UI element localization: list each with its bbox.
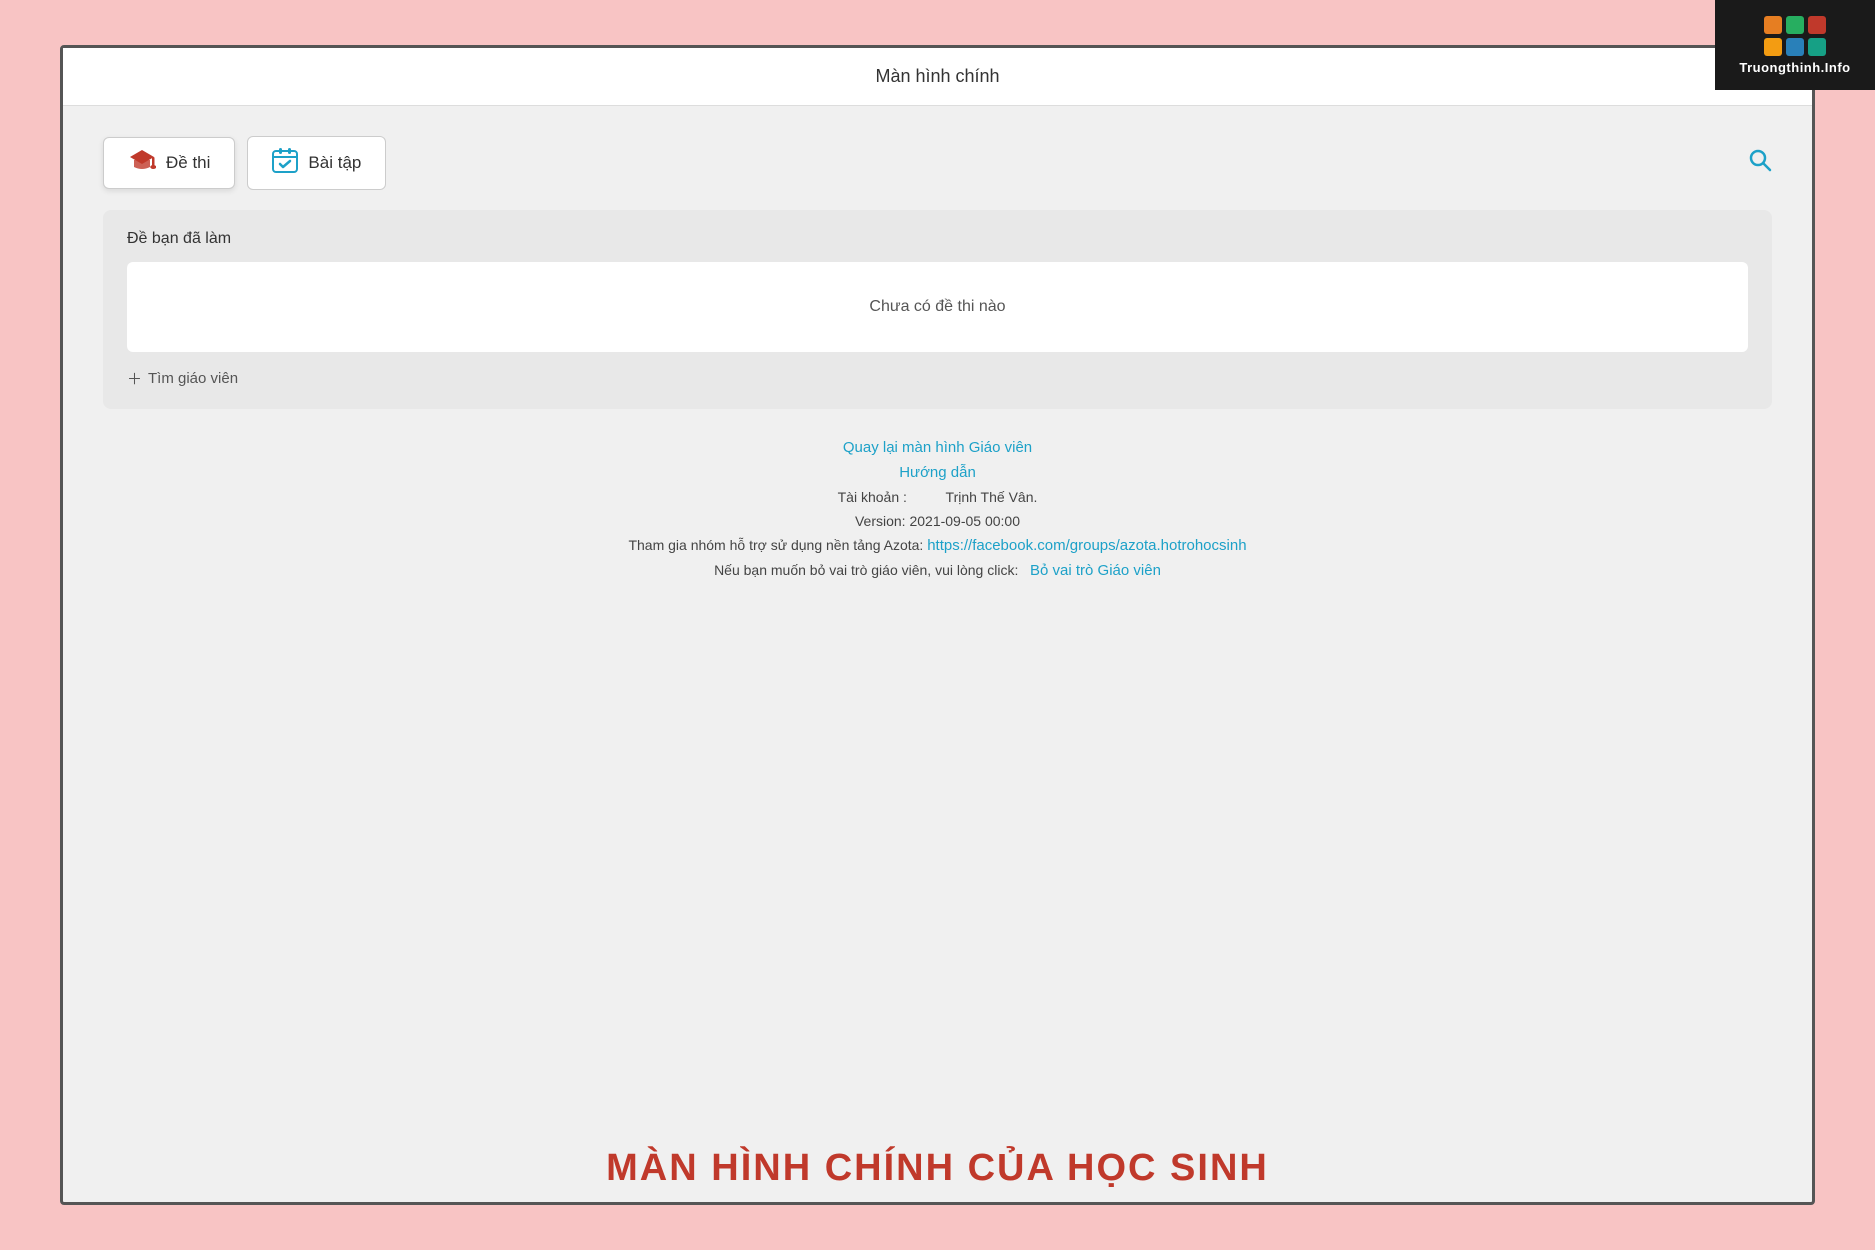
tab-dethi[interactable]: Đề thi — [103, 137, 235, 189]
group-text: Tham gia nhóm hỗ trợ sử dụng nền tảng Az… — [628, 537, 923, 553]
link-back-teacher[interactable]: Quay lại màn hình Giáo viên — [843, 439, 1032, 456]
account-label: Tài khoản : — [838, 489, 907, 505]
content-card: Đề bạn đã làm Chưa có đề thi nào ＋ Tìm g… — [103, 210, 1772, 409]
logo-dot — [1764, 38, 1782, 56]
account-info: Tài khoản : Trịnh Thế Vân. — [838, 489, 1038, 505]
plus-icon: ＋ — [127, 368, 142, 389]
window-title: Màn hình chính — [875, 66, 999, 86]
find-teacher-label: Tìm giáo viên — [148, 370, 238, 387]
tab-dethi-label: Đề thi — [166, 153, 210, 173]
empty-message: Chưa có đề thi nào — [869, 298, 1005, 315]
window-title-bar: Màn hình chính — [63, 48, 1812, 106]
remove-role-text: Nếu bạn muốn bỏ vai trò giáo viên, vui l… — [714, 562, 1018, 578]
baitap-icon — [272, 147, 298, 179]
logo-dots — [1764, 16, 1826, 56]
empty-exams-box: Chưa có đề thi nào — [127, 262, 1748, 352]
logo-dot — [1808, 16, 1826, 34]
account-value: Trịnh Thế Vân. — [946, 489, 1038, 505]
remove-role-info: Nếu bạn muốn bỏ vai trò giáo viên, vui l… — [714, 562, 1161, 579]
logo-dot — [1764, 16, 1782, 34]
group-info: Tham gia nhóm hỗ trợ sử dụng nền tảng Az… — [628, 537, 1246, 554]
find-teacher-button[interactable]: ＋ Tìm giáo viên — [127, 368, 238, 389]
tab-baitap-label: Bài tập — [308, 153, 361, 173]
footer-info: Quay lại màn hình Giáo viên Hướng dẫn Tà… — [103, 439, 1772, 579]
tab-bar: Đề thi Bài tập — [103, 136, 1772, 190]
search-button[interactable] — [1748, 148, 1772, 178]
logo-dot — [1786, 16, 1804, 34]
link-guide[interactable]: Hướng dẫn — [899, 464, 976, 481]
logo-text: Truongthinh.Info — [1739, 60, 1850, 75]
logo-corner: Truongthinh.Info — [1715, 0, 1875, 90]
bottom-caption: MÀN HÌNH CHÍNH CỦA HỌC SINH — [0, 1147, 1875, 1190]
group-link[interactable]: https://facebook.com/groups/azota.hotroh… — [927, 537, 1246, 554]
logo-dot — [1808, 38, 1826, 56]
tab-baitap[interactable]: Bài tập — [247, 136, 386, 190]
remove-role-link[interactable]: Bỏ vai trò Giáo viên — [1030, 562, 1161, 579]
version-info: Version: 2021-09-05 00:00 — [855, 513, 1020, 529]
dethi-icon — [128, 148, 156, 178]
logo-dot — [1786, 38, 1804, 56]
main-window: Màn hình chính Đề thi — [60, 45, 1815, 1205]
window-content: Đề thi Bài tập — [63, 106, 1812, 1202]
card-title: Đề bạn đã làm — [127, 230, 1748, 248]
